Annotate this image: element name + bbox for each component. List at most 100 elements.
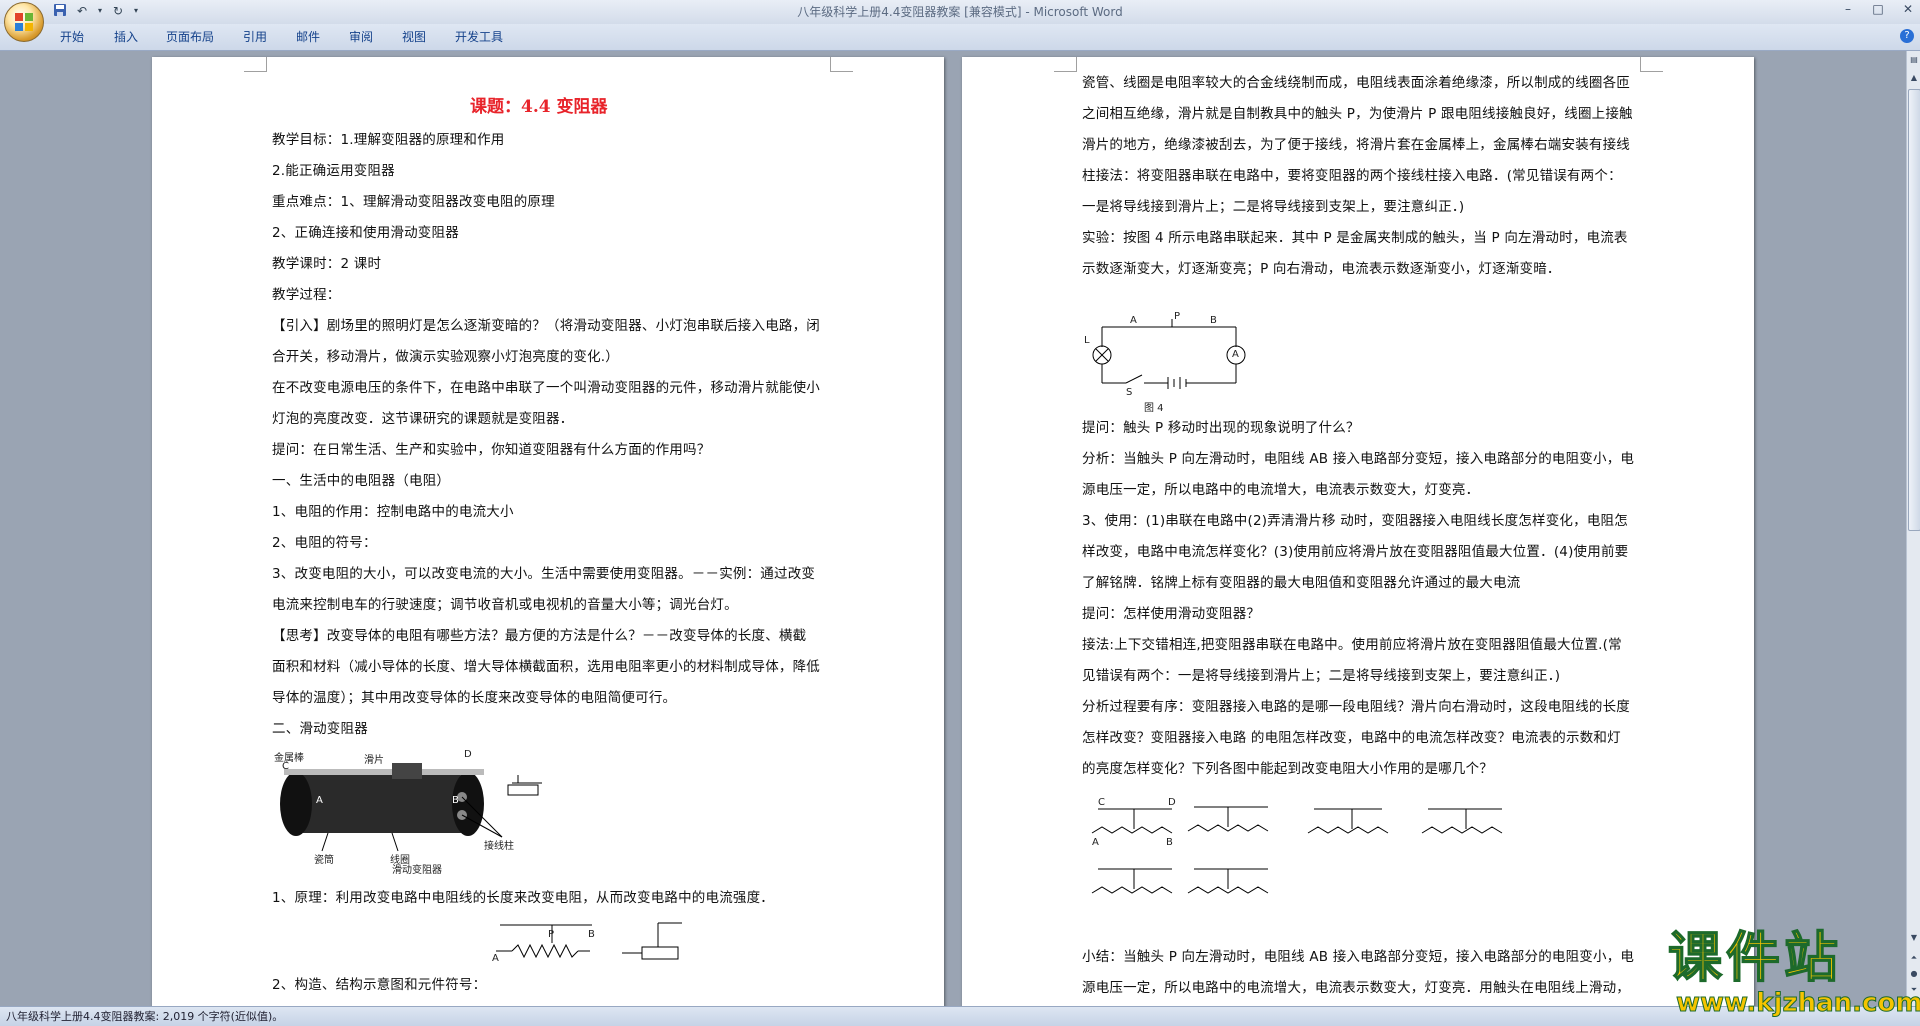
body-line: 合开关，移动滑片，做演示实验观察小灯泡亮度的变化.） — [272, 349, 619, 365]
body-line: 2.能正确运用变阻器 — [272, 163, 395, 179]
body-line: 3、改变电阻的大小，可以改变电流的大小。生活中需要使用变阻器。－－实例：通过改变 — [272, 566, 816, 582]
body-line: 源电压一定，所以电路中的电流增大，电流表示数变大，灯变亮．用触头在电阻线上滑动， — [1082, 980, 1630, 996]
maximize-icon[interactable]: □ — [1870, 2, 1886, 16]
figure-label: C — [282, 761, 289, 772]
minimize-icon[interactable]: – — [1840, 2, 1856, 16]
status-bar: 八年级科学上册4.4变阻器教案: 2,019 个字符(近似值)。 — [0, 1006, 1920, 1026]
figure-label: A — [316, 795, 323, 806]
body-line: 提问：在日常生活、生产和实验中，你知道变阻器有什么方面的作用吗？ — [272, 442, 711, 458]
body-line: 滑片的地方，绝缘漆被刮去，为了便于接线，将滑片套在金属棒上，金属棒右端安装有接线 — [1082, 137, 1630, 153]
circuit-label: P — [1174, 311, 1181, 322]
figure-label: 滑片 — [364, 755, 384, 766]
ruler-toggle-icon[interactable]: ▤ — [1908, 53, 1920, 66]
quick-access-toolbar: ↶ ▾ ↻ ▾ — [52, 3, 140, 19]
figure-label: 瓷筒 — [314, 855, 334, 866]
scroll-up-icon[interactable]: ▲ — [1908, 71, 1920, 84]
body-line: 源电压一定，所以电路中的电流增大，电流表示数变大，灯变亮． — [1082, 482, 1480, 498]
close-icon[interactable]: ✕ — [1900, 2, 1916, 16]
schematic-label: A — [492, 953, 499, 964]
body-line: 见错误有两个：一是将导线接到滑片上；二是将导线接到支架上，要注意纠正．) — [1082, 668, 1561, 684]
body-line: 之间相互绝缘，滑片就是自制教具中的触头 P，为使滑片 P 跟电阻线接触良好，线圈… — [1082, 106, 1633, 122]
crop-mark — [830, 57, 853, 72]
rheostat-schematic: A P B — [492, 913, 692, 973]
redo-icon[interactable]: ↻ — [110, 3, 126, 19]
body-line: 2、电阻的符号： — [272, 535, 377, 551]
body-line: 一是将导线接到滑片上；二是将导线接到支架上，要注意纠正．) — [1082, 199, 1465, 215]
circuit-label: A — [1232, 349, 1239, 360]
body-line: 1、原理：利用改变电路中电阻线的长度来改变电阻，从而改变电路中的电流强度． — [272, 890, 774, 906]
rheostat-options-diagram: C D A B — [1082, 797, 1552, 927]
vertical-scrollbar[interactable]: ▤ ▲ ▼ ⏶ ● ⏷ — [1906, 51, 1920, 1006]
crop-mark — [244, 57, 267, 72]
body-line: 电流来控制电车的行驶速度；调节收音机或电视机的音量大小等；调光台灯。 — [272, 597, 738, 613]
scrollbar-thumb[interactable] — [1908, 89, 1920, 531]
site-watermark-logo: 课件站 www.kjzhan.com — [1667, 926, 1920, 1019]
body-line: 面积和材料（减小导体的长度、增大导体横截面积，选用电阻率更小的材料制成导体，降低 — [272, 659, 820, 675]
tab-references[interactable]: 引用 — [243, 24, 267, 50]
rheostat-label: A — [1092, 837, 1099, 848]
body-line: 小结：当触头 P 向左滑动时，电阻线 AB 接入电路部分变短，接入电路部分的电阻… — [1082, 949, 1635, 965]
tab-developer[interactable]: 开发工具 — [455, 24, 503, 50]
document-area: 课题：4.4 变阻器 教学目标：1.理解变阻器的原理和作用 2.能正确运用变阻器… — [0, 51, 1906, 1006]
tab-review[interactable]: 审阅 — [349, 24, 373, 50]
circuit-label: L — [1084, 335, 1090, 346]
tab-page-layout[interactable]: 页面布局 — [166, 24, 214, 50]
tab-view[interactable]: 视图 — [402, 24, 426, 50]
body-line: 教学过程： — [272, 287, 341, 303]
body-line: 灯泡的亮度改变．这节课研究的课题就是变阻器． — [272, 411, 574, 427]
watermark-main: 课件站 — [1667, 926, 1842, 989]
office-button[interactable] — [4, 2, 44, 42]
rheostat-label: B — [1166, 837, 1173, 848]
office-logo-icon — [15, 13, 33, 31]
body-line: 1、电阻的作用：控制电路中的电流大小 — [272, 504, 514, 520]
help-icon[interactable]: ? — [1900, 29, 1914, 43]
body-line: 接法:上下交错相连,把变阻器串联在电路中。使用前应将滑片放在变阻器阻值最大位置.… — [1082, 637, 1622, 653]
schematic-label: B — [588, 929, 595, 940]
tab-home[interactable]: 开始 — [60, 24, 84, 50]
figure-label: 金属棒 — [274, 753, 304, 764]
circuit-label: A — [1130, 315, 1137, 326]
body-line: 2、正确连接和使用滑动变阻器 — [272, 225, 459, 241]
body-line: 教学目标：1.理解变阻器的原理和作用 — [272, 132, 505, 148]
body-line: 提问：怎样使用滑动变阻器？ — [1082, 606, 1261, 622]
page-right: 瓷管、线圈是电阻率较大的合金线绕制而成，电阻线表面涂着绝缘漆，所以制成的线圈各匝… — [962, 57, 1754, 1006]
body-line: 分析过程要有序：变阻器接入电路的是哪一段电阻线？滑片向右滑动时，这段电阻线的长度 — [1082, 699, 1630, 715]
body-line: 实验：按图 4 所示电路串联起来．其中 P 是金属夹制成的触头，当 P 向左滑动… — [1082, 230, 1628, 246]
figure-label: B — [452, 795, 459, 806]
ribbon-tabs: 开始 插入 页面布局 引用 邮件 审阅 视图 开发工具 ? — [0, 24, 1920, 51]
body-line: 【思考】改变导体的电阻有哪些方法？最方便的方法是什么？－－改变导体的长度、横截 — [272, 628, 807, 644]
body-line: 【引入】剧场里的照明灯是怎么逐渐变暗的？（将滑动变阻器、小灯泡串联后接入电路，闭 — [272, 318, 820, 334]
body-line: 在不改变电源电压的条件下，在电路中串联了一个叫滑动变阻器的元件，移动滑片就能使小 — [272, 380, 820, 396]
body-line: 2、构造、结构示意图和元件符号： — [272, 977, 487, 993]
previous-page-icon[interactable]: ⏶ — [1908, 951, 1920, 964]
rheostat-label: C — [1098, 797, 1105, 808]
body-line: 教学课时：2 课时 — [272, 256, 382, 272]
body-line: 了解铭牌．铭牌上标有变阻器的最大电阻值和变阻器允许通过的最大电流 — [1082, 575, 1521, 591]
customize-toolbar-icon[interactable]: ▾ — [132, 3, 140, 19]
body-line: 提问：触头 P 移动时出现的现象说明了什么？ — [1082, 420, 1360, 436]
body-line: 二、滑动变阻器 — [272, 721, 368, 737]
figure-caption: 图 4 — [1144, 403, 1164, 414]
schematic-label: P — [548, 929, 555, 940]
body-line: 重点难点：1、理解滑动变阻器改变电阻的原理 — [272, 194, 555, 210]
title-bar: 八年级科学上册4.4变阻器教案 [兼容模式] - Microsoft Word … — [0, 0, 1920, 24]
rheostat-label: D — [1168, 797, 1176, 808]
body-line: 分析：当触头 P 向左滑动时，电阻线 AB 接入电路部分变短，接入电路部分的电阻… — [1082, 451, 1635, 467]
watermark-url: www.kjzhan.com — [1676, 988, 1920, 1019]
body-line: 一、生活中的电阻器（电阻） — [272, 473, 451, 489]
status-text: 八年级科学上册4.4变阻器教案: 2,019 个字符(近似值)。 — [6, 1010, 284, 1023]
save-icon[interactable] — [52, 3, 68, 19]
select-browse-object-icon[interactable]: ● — [1908, 967, 1920, 980]
undo-icon[interactable]: ↶ — [74, 3, 90, 19]
body-line: 怎样改变？变阻器接入电路 的电阻怎样改变，电路中的电流怎样改变？电流表的示数和灯 — [1082, 730, 1621, 746]
circuit-diagram: L A P B A S 图 4 — [1082, 309, 1262, 414]
figure-label: 接线柱 — [484, 841, 514, 852]
body-line: 的亮度怎样变化？下列各图中能起到改变电阻大小作用的是哪几个？ — [1082, 761, 1493, 777]
tab-mailings[interactable]: 邮件 — [296, 24, 320, 50]
scroll-down-icon[interactable]: ▼ — [1908, 931, 1920, 944]
circuit-label: B — [1210, 315, 1217, 326]
chevron-down-icon[interactable]: ▾ — [96, 3, 104, 19]
page-left: 课题：4.4 变阻器 教学目标：1.理解变阻器的原理和作用 2.能正确运用变阻器… — [152, 57, 944, 1006]
figure-label: D — [464, 749, 472, 760]
tab-insert[interactable]: 插入 — [114, 24, 138, 50]
